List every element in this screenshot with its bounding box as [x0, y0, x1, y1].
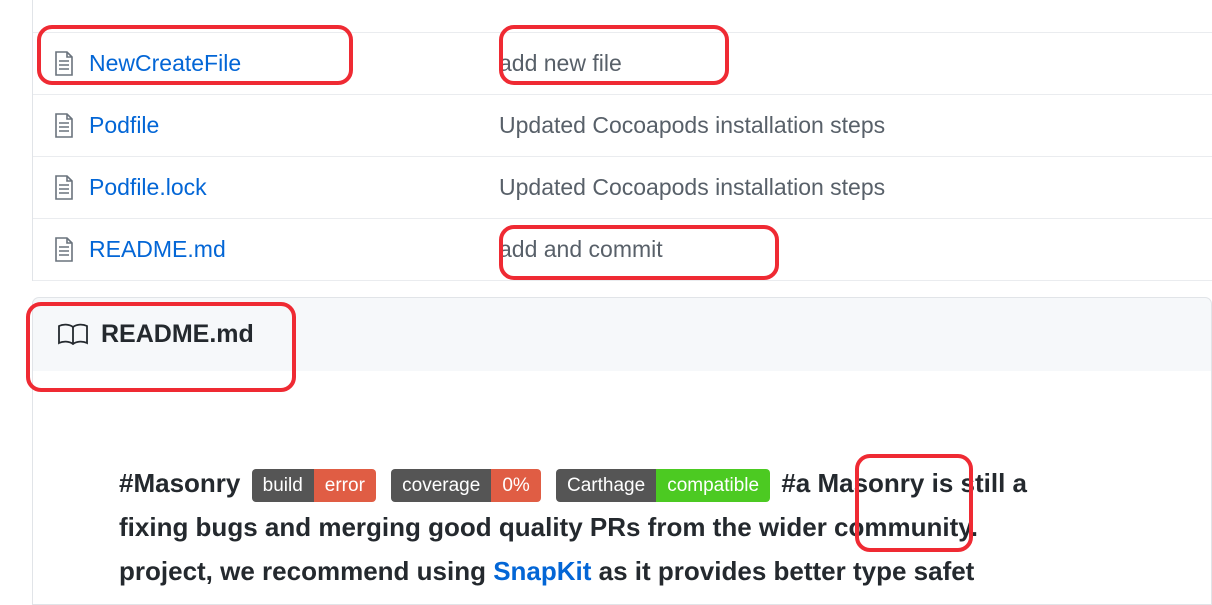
readme-header: README.md: [32, 297, 1212, 371]
file-row[interactable]: NewCreateFile add new file: [33, 33, 1212, 95]
commit-message[interactable]: Updated Cocoapods installation steps: [499, 174, 885, 201]
readme-text: fixing bugs and merging good quality PRs…: [119, 505, 1125, 549]
carthage-badge[interactable]: Carthagecompatible: [556, 469, 770, 502]
file-name[interactable]: Podfile.lock: [89, 174, 499, 201]
build-badge[interactable]: builderror: [252, 469, 376, 502]
book-icon: [57, 323, 89, 347]
file-icon: [53, 51, 75, 77]
readme-heading-suffix: #a Masonry is still a: [781, 468, 1027, 498]
coverage-badge[interactable]: coverage0%: [391, 469, 541, 502]
file-icon: [53, 2, 75, 28]
readme-body: #Masonry builderror coverage0% Carthagec…: [32, 371, 1212, 605]
file-row[interactable]: README.md add and commit: [33, 219, 1212, 281]
file-name[interactable]: README.md: [89, 236, 499, 263]
file-name[interactable]: Podfile: [89, 112, 499, 139]
file-icon: [53, 113, 75, 139]
file-row[interactable]: Podfile.lock Updated Cocoapods installat…: [33, 157, 1212, 219]
commit-message[interactable]: Updated Cocoapods installation steps: [499, 112, 885, 139]
readme-heading: #Masonry: [119, 468, 240, 498]
file-icon: [53, 175, 75, 201]
file-icon: [53, 237, 75, 263]
snapkit-link[interactable]: SnapKit: [493, 556, 591, 586]
file-row[interactable]: Podfile Updated Cocoapods installation s…: [33, 95, 1212, 157]
commit-message[interactable]: add and commit: [499, 236, 663, 263]
commit-message[interactable]: add new file: [499, 50, 622, 77]
file-list: NewCreateFile add new file Podfile Updat…: [32, 0, 1212, 281]
file-name[interactable]: NewCreateFile: [89, 50, 499, 77]
readme-text: project, we recommend using SnapKit as i…: [119, 549, 1125, 593]
readme-filename[interactable]: README.md: [101, 320, 254, 349]
